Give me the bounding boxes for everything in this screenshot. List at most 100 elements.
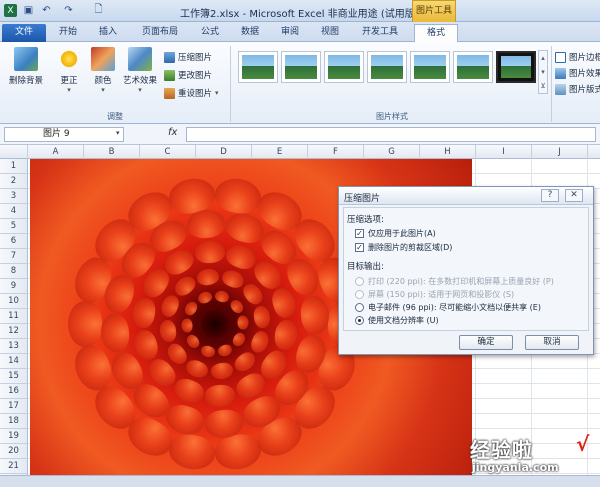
column-header[interactable]: F xyxy=(308,145,364,159)
picture-style-thumb[interactable] xyxy=(324,51,364,83)
corrections-button[interactable]: 更正 ▾ xyxy=(52,47,86,105)
tab-page-layout[interactable]: 页面布局 xyxy=(132,24,188,42)
row-header[interactable]: 6 xyxy=(0,234,28,249)
compress-pictures-button[interactable]: 压缩图片 xyxy=(164,50,212,64)
row-header[interactable]: 13 xyxy=(0,339,28,354)
save-icon[interactable]: ▣ xyxy=(22,4,35,17)
picture-style-thumb[interactable] xyxy=(281,51,321,83)
picture-effects-button[interactable]: 图片效果 xyxy=(555,66,600,80)
redo-icon[interactable]: ↷ xyxy=(62,4,75,17)
reset-picture-button[interactable]: 重设图片 ▾ xyxy=(164,86,219,100)
row-header[interactable]: 4 xyxy=(0,204,28,219)
tab-data[interactable]: 数据 xyxy=(232,24,268,42)
column-header[interactable]: I xyxy=(476,145,532,159)
tab-formulas[interactable]: 公式 xyxy=(192,24,228,42)
row-header[interactable]: 8 xyxy=(0,264,28,279)
picture-layout-button[interactable]: 图片版式 xyxy=(555,82,600,96)
tab-file[interactable]: 文件 xyxy=(2,24,46,42)
tab-view[interactable]: 视图 xyxy=(312,24,348,42)
corrections-label: 更正 xyxy=(60,76,78,86)
adjust-group-label: 调整 xyxy=(107,112,123,121)
gallery-scroll-control[interactable]: ▴ ▾ ⊻ xyxy=(538,50,548,94)
column-header[interactable]: B xyxy=(84,145,140,159)
name-box-dropdown-icon[interactable]: ▾ xyxy=(116,129,120,137)
picture-style-thumb[interactable] xyxy=(238,51,278,83)
target-output-option[interactable]: 电子邮件 (96 ppi): 尽可能缩小文档以便共享 (E) xyxy=(355,301,541,313)
delete-cropped-option[interactable]: ✓ 删除图片的剪裁区域(D) xyxy=(355,241,452,253)
color-dropdown-icon: ▾ xyxy=(101,86,105,94)
row-header[interactable]: 12 xyxy=(0,324,28,339)
target-output-label: 使用文档分辨率 (U) xyxy=(368,315,439,325)
delete-cropped-checkbox[interactable]: ✓ xyxy=(355,242,364,252)
tab-format[interactable]: 格式 xyxy=(414,24,458,42)
picture-style-thumb[interactable] xyxy=(453,51,493,83)
row-header[interactable]: 5 xyxy=(0,219,28,234)
target-output-option[interactable]: 使用文档分辨率 (U) xyxy=(355,314,439,326)
picture-border-label: 图片边框 xyxy=(569,53,600,63)
row-header[interactable]: 16 xyxy=(0,384,28,399)
column-header[interactable]: E xyxy=(252,145,308,159)
flower-petal xyxy=(237,315,249,330)
row-header[interactable]: 21 xyxy=(0,459,28,474)
radio-button[interactable] xyxy=(355,315,364,325)
flower-petal xyxy=(183,299,200,318)
row-header[interactable]: 19 xyxy=(0,429,28,444)
color-button[interactable]: 颜色 ▾ xyxy=(88,47,118,105)
reset-picture-dropdown-icon: ▾ xyxy=(215,89,219,97)
picture-style-preview xyxy=(457,55,489,79)
picture-border-button[interactable]: 图片边框 xyxy=(555,50,600,64)
select-all-corner[interactable] xyxy=(0,145,28,159)
tab-insert[interactable]: 插入 xyxy=(90,24,126,42)
tab-review[interactable]: 审阅 xyxy=(272,24,308,42)
column-header[interactable]: D xyxy=(196,145,252,159)
column-header[interactable]: J xyxy=(532,145,588,159)
row-header[interactable]: 14 xyxy=(0,354,28,369)
help-icon[interactable]: ? xyxy=(541,189,559,202)
picture-style-preview xyxy=(414,55,446,79)
flower-petal xyxy=(181,318,193,333)
row-header[interactable]: 18 xyxy=(0,414,28,429)
column-header[interactable]: A xyxy=(28,145,84,159)
flower-petal xyxy=(185,208,226,241)
row-header[interactable]: 10 xyxy=(0,294,28,309)
radio-button[interactable] xyxy=(355,302,364,312)
tab-home[interactable]: 开始 xyxy=(50,24,86,42)
row-header[interactable]: 17 xyxy=(0,399,28,414)
flower-petal xyxy=(184,332,203,351)
picture-style-thumb[interactable] xyxy=(410,51,450,83)
picture-style-thumb[interactable] xyxy=(367,51,407,83)
row-header[interactable]: 11 xyxy=(0,309,28,324)
formula-input[interactable] xyxy=(186,127,596,142)
undo-icon[interactable]: ↶ xyxy=(40,4,53,17)
row-header[interactable]: 7 xyxy=(0,249,28,264)
picture-style-preview xyxy=(285,55,317,79)
print-preview-icon[interactable]: 🗋 xyxy=(92,4,105,17)
row-header[interactable]: 15 xyxy=(0,369,28,384)
flower-petal xyxy=(99,313,132,354)
cancel-button[interactable]: 取消 xyxy=(525,335,579,350)
target-output-option: 屏幕 (150 ppi): 适用于网页和投影仪 (S) xyxy=(355,288,514,300)
picture-style-thumb[interactable] xyxy=(496,51,536,83)
tab-developer[interactable]: 开发工具 xyxy=(352,24,408,42)
remove-background-button[interactable]: 删除背景 xyxy=(4,47,48,105)
ok-button[interactable]: 确定 xyxy=(459,335,513,350)
reset-picture-icon xyxy=(164,87,175,99)
excel-app-icon[interactable]: X xyxy=(4,4,17,17)
name-box[interactable]: 图片 9 xyxy=(4,127,124,142)
row-header[interactable]: 9 xyxy=(0,279,28,294)
apply-only-checkbox[interactable]: ✓ xyxy=(355,228,364,238)
column-header[interactable]: H xyxy=(420,145,476,159)
change-picture-button[interactable]: 更改图片 xyxy=(164,68,212,82)
row-header[interactable]: 3 xyxy=(0,189,28,204)
row-header[interactable]: 2 xyxy=(0,174,28,189)
dialog-title-bar: 压缩图片 ? ✕ xyxy=(339,187,593,205)
row-header[interactable]: 1 xyxy=(0,159,28,174)
column-header[interactable]: C xyxy=(140,145,196,159)
apply-only-option[interactable]: ✓ 仅应用于此图片(A) xyxy=(355,227,436,239)
close-icon[interactable]: ✕ xyxy=(565,189,583,202)
artistic-effects-button[interactable]: 艺术效果 ▾ xyxy=(120,47,160,105)
column-header[interactable]: G xyxy=(364,145,420,159)
row-header[interactable]: 20 xyxy=(0,444,28,459)
insert-function-icon[interactable]: fx xyxy=(168,127,177,138)
radio-button xyxy=(355,276,364,286)
